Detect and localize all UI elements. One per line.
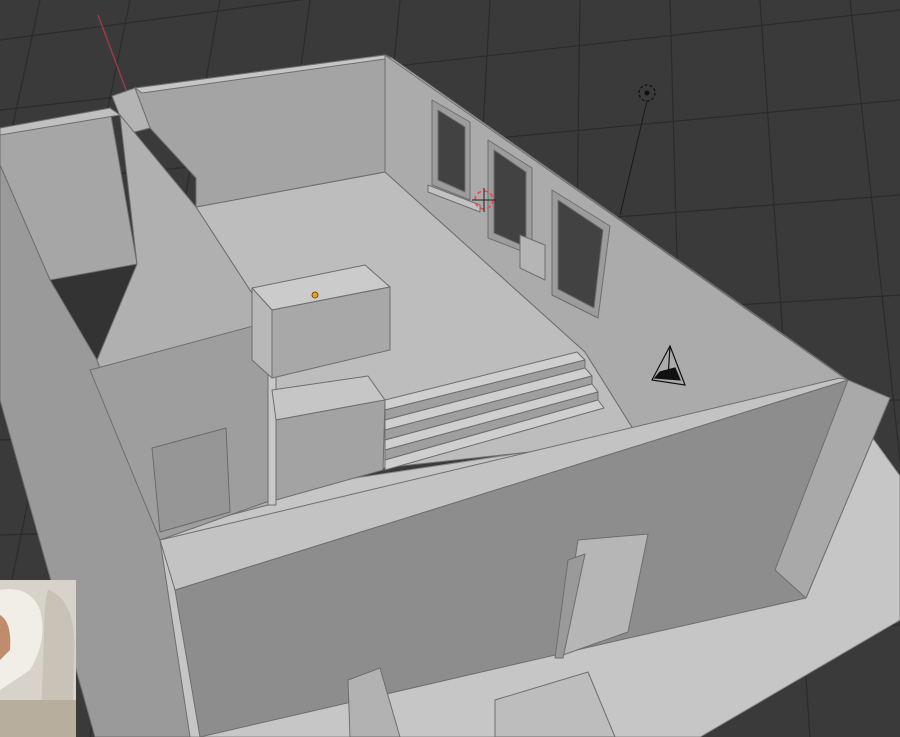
viewport-canvas[interactable]: [0, 0, 900, 737]
webcam-inset: [0, 580, 76, 737]
webcam-chair-base: [0, 700, 76, 737]
3d-viewport[interactable]: [0, 0, 900, 737]
selected-object-origin: [311, 291, 319, 299]
light-icon-center: [644, 90, 650, 96]
